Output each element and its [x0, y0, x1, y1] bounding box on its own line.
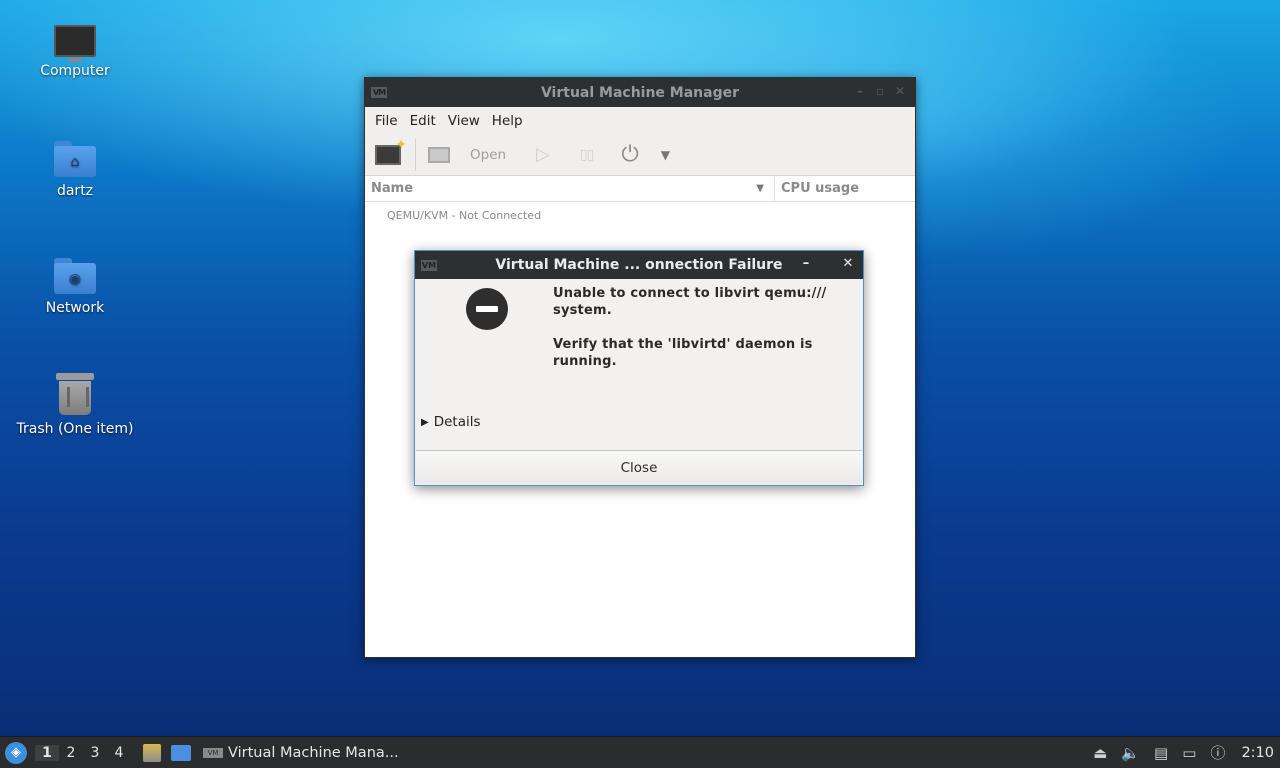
- vm-list-header: Name ▼ CPU usage: [365, 176, 915, 202]
- error-message: Unable to connect to libvirt qemu:/// sy…: [553, 285, 843, 370]
- close-icon[interactable]: ✕: [841, 257, 855, 271]
- window-title: Virtual Machine Manager: [540, 84, 740, 101]
- menu-edit[interactable]: Edit: [404, 113, 442, 129]
- desktop-icon-trash[interactable]: Trash (One item): [0, 373, 150, 437]
- clock[interactable]: 2:10: [1241, 745, 1274, 761]
- desktop-icon-label: dartz: [56, 183, 94, 199]
- system-tray: ⏏ 🔈 ▤ ▭ ⓘ 2:10: [1093, 742, 1280, 763]
- details-label: Details: [433, 414, 481, 430]
- maximize-icon[interactable]: ▫: [873, 84, 887, 98]
- workspace-4[interactable]: 4: [107, 745, 131, 761]
- run-icon[interactable]: ▷: [536, 144, 550, 165]
- power-icon[interactable]: ⏻: [621, 142, 638, 167]
- desktop-icon-label: Trash (One item): [16, 421, 134, 437]
- updates-icon[interactable]: ⏏: [1093, 744, 1107, 762]
- network-icon[interactable]: ▭: [1182, 744, 1196, 762]
- minimize-icon[interactable]: –: [853, 84, 867, 98]
- open-button[interactable]: Open: [428, 146, 507, 163]
- volume-icon[interactable]: 🔈: [1121, 744, 1140, 762]
- vmm-app-icon: VM: [203, 747, 223, 758]
- monitor-icon: [428, 146, 450, 163]
- toolbar: Open ▷ ▯▯ ⏻ ▼: [365, 134, 915, 176]
- start-menu-icon[interactable]: ◈: [5, 741, 27, 764]
- desktop-icon-home[interactable]: ⌂ dartz: [0, 141, 150, 199]
- vmm-app-icon: VM: [421, 260, 437, 271]
- desktop-icon-network[interactable]: ◉ Network: [0, 258, 150, 316]
- shutdown-dropdown-icon[interactable]: ▼: [661, 148, 670, 162]
- workspace-2[interactable]: 2: [59, 745, 83, 761]
- expander-arrow-icon: ▶: [421, 416, 429, 428]
- monitor-icon: [54, 25, 96, 62]
- vmm-app-icon: VM: [371, 87, 387, 98]
- home-folder-icon: ⌂: [54, 141, 96, 177]
- desktop-icon-label: Network: [45, 300, 105, 316]
- pause-icon[interactable]: ▯▯: [580, 147, 594, 163]
- minimize-icon[interactable]: –: [799, 257, 813, 271]
- clipboard-icon[interactable]: ▤: [1154, 744, 1168, 762]
- menu-view[interactable]: View: [442, 113, 486, 129]
- error-icon: [466, 288, 508, 330]
- trash-icon: [56, 373, 94, 415]
- window-titlebar[interactable]: VM Virtual Machine Manager – ▫ ✕: [365, 78, 915, 107]
- desktop-icon-label: Computer: [40, 63, 110, 79]
- details-expander[interactable]: ▶ Details: [421, 414, 481, 430]
- error-message-secondary: Verify that the 'libvirtd' daemon is run…: [553, 337, 813, 369]
- column-cpu-label: CPU usage: [781, 181, 860, 196]
- column-header-name[interactable]: Name ▼: [365, 176, 775, 201]
- connection-failure-dialog: VM Virtual Machine ... onnection Failure…: [414, 250, 864, 486]
- sort-dropdown-icon[interactable]: ▼: [756, 183, 764, 194]
- close-button[interactable]: Close: [416, 450, 862, 484]
- connection-row[interactable]: QEMU/KVM - Not Connected: [365, 202, 915, 222]
- error-message-primary: Unable to connect to libvirt qemu:/// sy…: [553, 286, 827, 318]
- menu-help[interactable]: Help: [486, 113, 529, 129]
- taskbar-item-label: Virtual Machine Mana...: [228, 744, 399, 761]
- column-header-cpu[interactable]: CPU usage: [775, 176, 859, 201]
- notification-icon[interactable]: ⓘ: [1210, 742, 1225, 763]
- new-vm-icon: [375, 137, 407, 165]
- workspace-1[interactable]: 1: [35, 744, 59, 761]
- network-folder-icon: ◉: [54, 258, 96, 294]
- toolbar-separator: [415, 138, 416, 171]
- taskbar-item-vmm[interactable]: VM Virtual Machine Mana...: [203, 745, 399, 761]
- close-icon[interactable]: ✕: [893, 84, 907, 98]
- desktop-icon-computer[interactable]: Computer: [0, 25, 150, 79]
- column-name-label: Name: [371, 181, 414, 196]
- taskbar: ◈ 1 2 3 4 VM Virtual Machine Mana... ⏏ 🔈…: [0, 736, 1280, 768]
- dialog-titlebar[interactable]: VM Virtual Machine ... onnection Failure…: [415, 251, 863, 279]
- dialog-title: Virtual Machine ... onnection Failure: [495, 257, 783, 273]
- new-vm-button[interactable]: [375, 137, 407, 165]
- menu-file[interactable]: File: [369, 113, 404, 129]
- menubar: File Edit View Help: [365, 107, 915, 134]
- open-label: Open: [470, 146, 507, 163]
- file-manager-icon[interactable]: [143, 743, 161, 762]
- show-desktop-icon[interactable]: [171, 744, 191, 761]
- workspace-3[interactable]: 3: [83, 745, 107, 761]
